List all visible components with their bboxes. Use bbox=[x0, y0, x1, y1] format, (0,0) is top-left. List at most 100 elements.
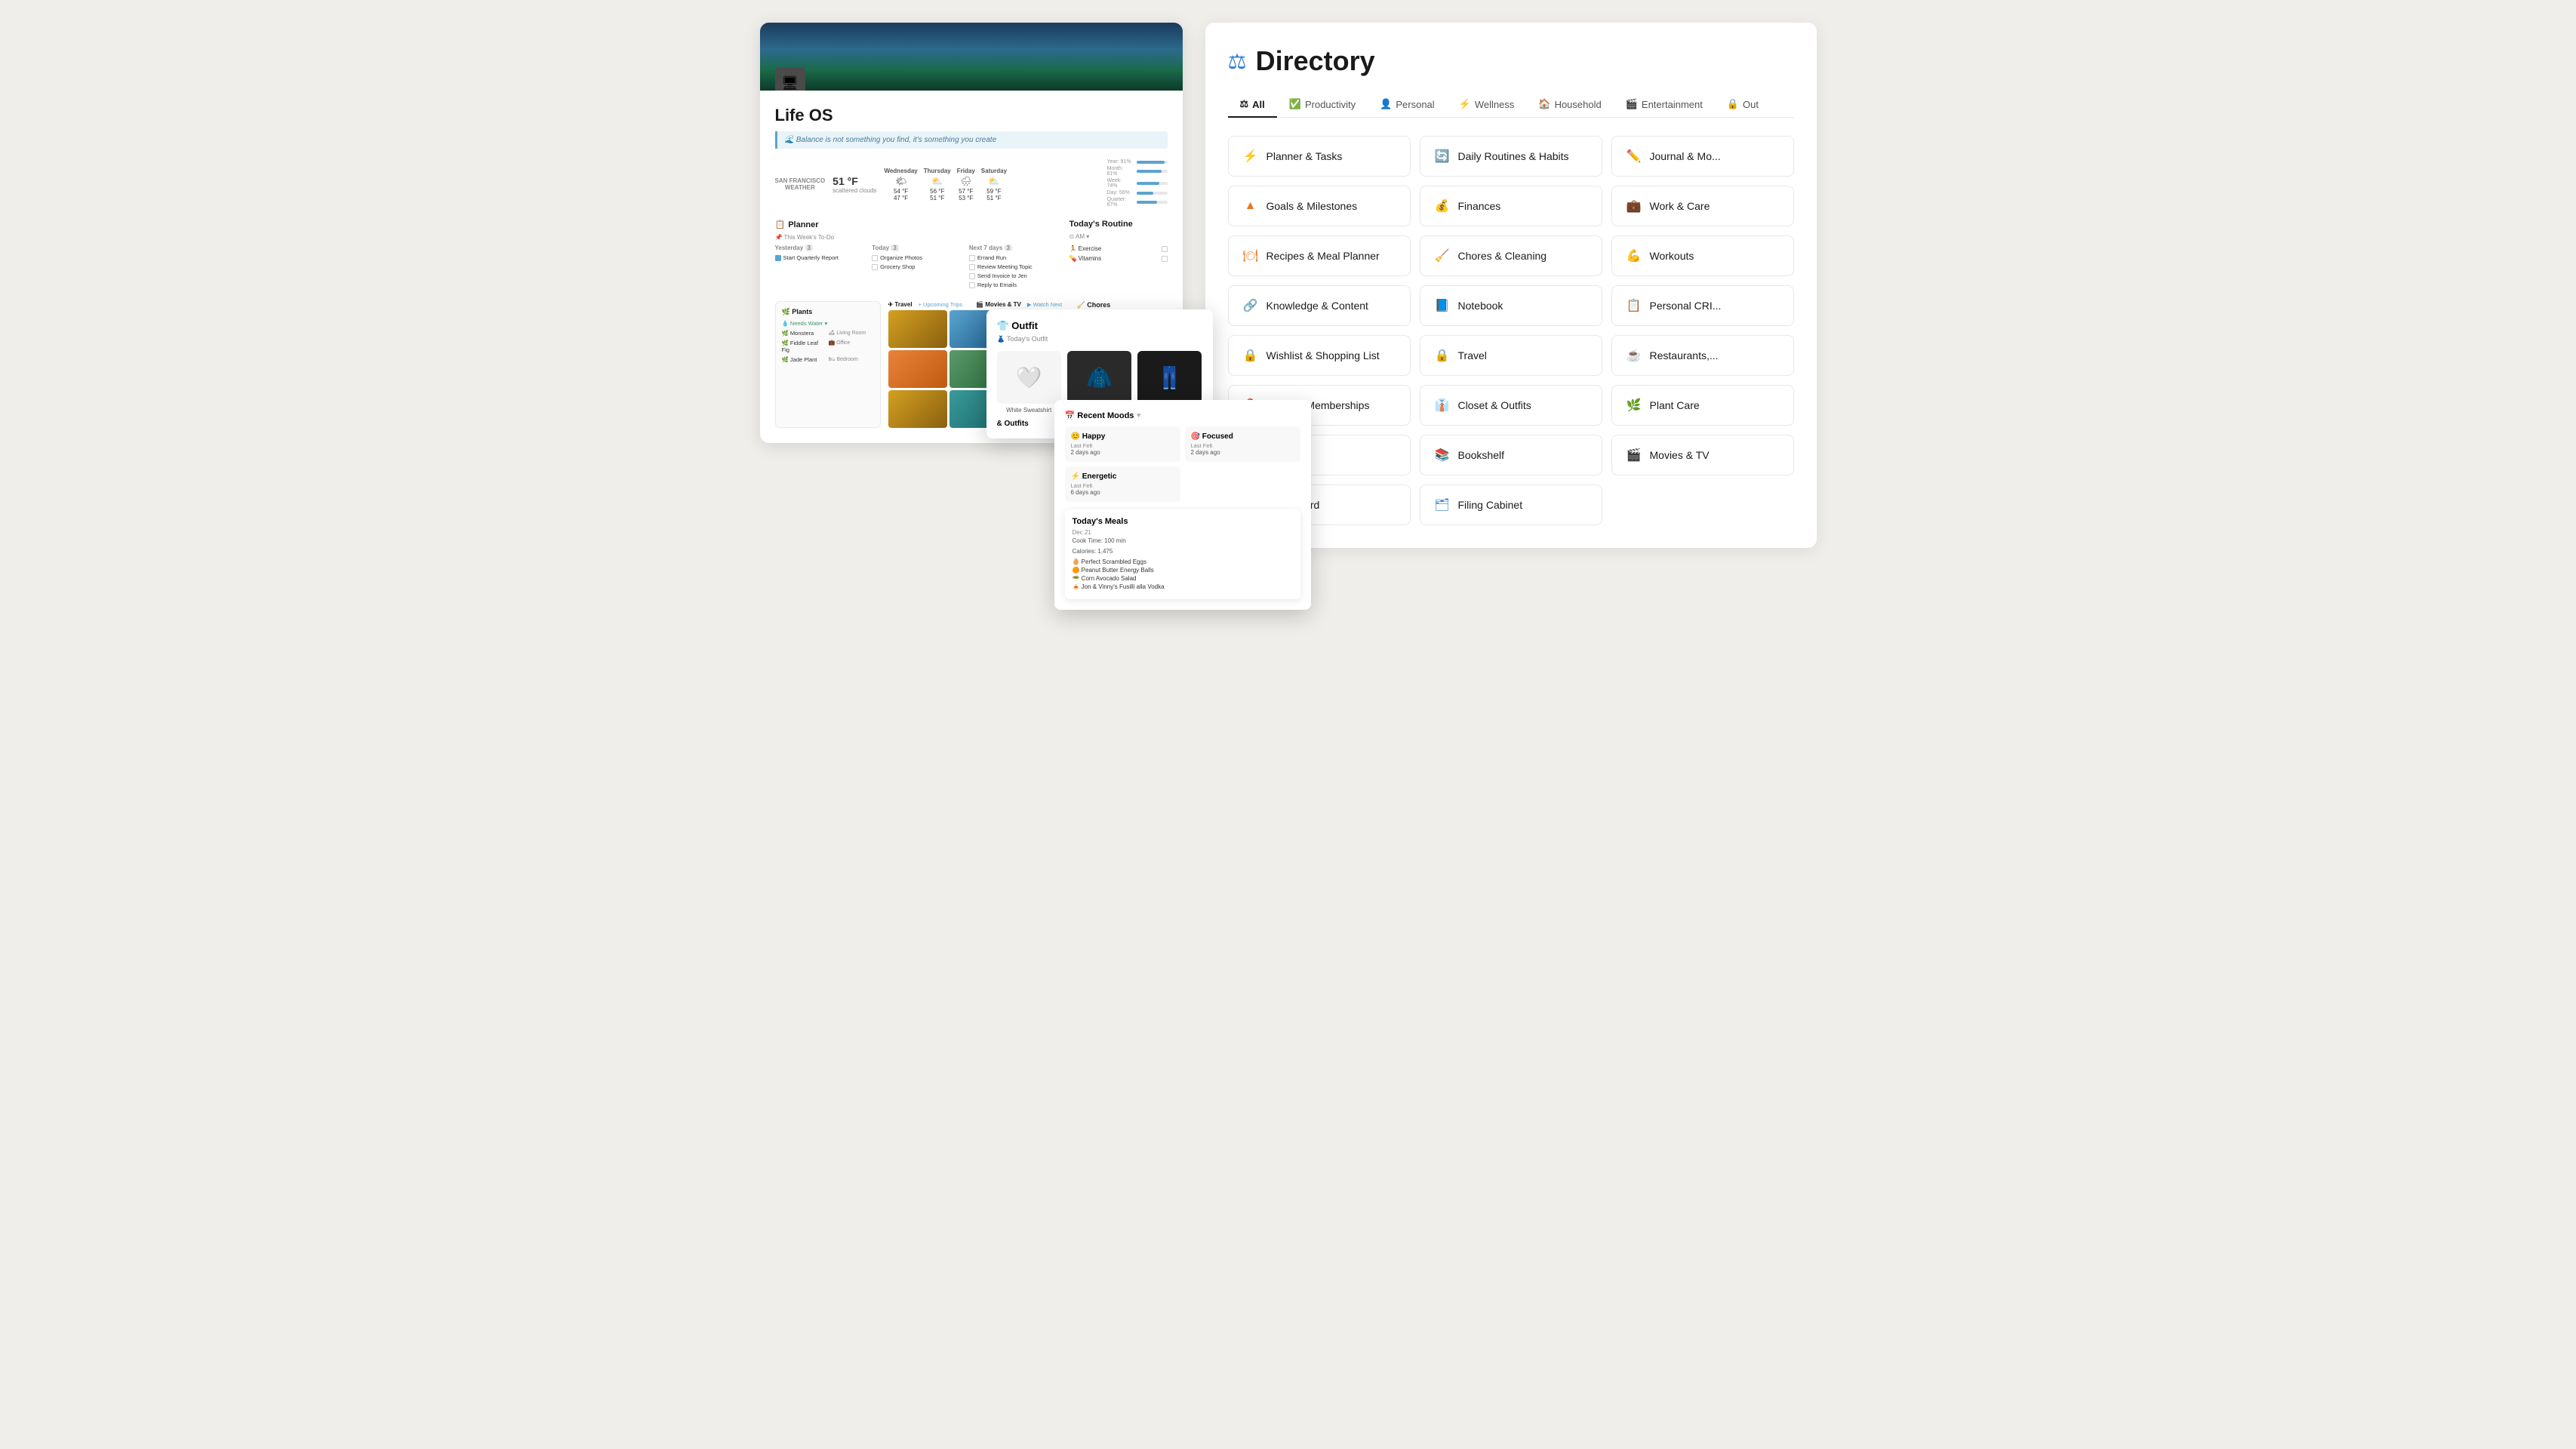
quote-banner: 🌊 Balance is not something you find, it'… bbox=[775, 131, 1168, 149]
meal-1: 🥚 Perfect Scrambled Eggs bbox=[1073, 558, 1293, 565]
card-daily-routines[interactable]: 🔄 Daily Routines & Habits bbox=[1420, 136, 1602, 177]
planner-yesterday: Yesterday 3 Start Quarterly Report bbox=[775, 245, 865, 291]
card-chores-label: Chores & Cleaning bbox=[1458, 250, 1547, 262]
card-knowledge-icon: 🔗 bbox=[1242, 298, 1259, 313]
card-plant-care[interactable]: 🌿 Plant Care bbox=[1611, 385, 1794, 426]
page-title: Life OS bbox=[775, 106, 1168, 125]
weather-day-sat: Saturday ⛅ 59 °F51 °F bbox=[981, 168, 1007, 202]
card-recipes[interactable]: 🍽 Recipes & Meal Planner bbox=[1228, 235, 1411, 276]
tab-wellness-icon: ⚡ bbox=[1459, 98, 1471, 110]
card-closet-label: Closet & Outfits bbox=[1458, 399, 1531, 411]
tab-entertainment-label: Entertainment bbox=[1642, 99, 1703, 110]
quote-icon: 🌊 bbox=[785, 136, 794, 144]
card-wishlist-icon: 🔒 bbox=[1242, 348, 1259, 363]
card-finances-label: Finances bbox=[1458, 200, 1501, 212]
card-travel[interactable]: 🔒 Travel bbox=[1420, 335, 1602, 376]
plant-monstera: 🌿 Monstera bbox=[782, 330, 827, 337]
routine-section: Today's Routine ⊙ AM ▾ 🏃 Exercise 💊 Vita… bbox=[1069, 220, 1168, 291]
card-notebook[interactable]: 📘 Notebook bbox=[1420, 285, 1602, 326]
card-notebook-label: Notebook bbox=[1458, 300, 1503, 312]
weather-forecast: Wednesday 🌤 54 °F47 °F Thursday ⛅ 56 °F5… bbox=[884, 168, 1099, 202]
tab-all[interactable]: ⚖ All bbox=[1228, 92, 1277, 118]
tab-all-label: All bbox=[1252, 99, 1265, 110]
card-closet[interactable]: 👔 Closet & Outfits bbox=[1420, 385, 1602, 426]
card-filing-cabinet-label: Filing Cabinet bbox=[1458, 499, 1523, 511]
planner-today: Today 3 Organize Photos Grocery Shop bbox=[872, 245, 962, 291]
weather-day-thu: Thursday ⛅ 56 °F51 °F bbox=[924, 168, 951, 202]
directory-header: ⚖ Directory bbox=[1228, 45, 1794, 77]
planner-section: 📋 Planner 📌 This Week's To-Do Yesterday … bbox=[775, 220, 1059, 291]
card-restaurants[interactable]: ☕ Restaurants,... bbox=[1611, 335, 1794, 376]
card-recipes-label: Recipes & Meal Planner bbox=[1266, 250, 1380, 262]
tab-productivity-icon: ✅ bbox=[1289, 98, 1301, 110]
card-journal-icon: ✏️ bbox=[1626, 149, 1642, 164]
card-travel-icon: 🔒 bbox=[1434, 348, 1451, 363]
card-planner-tasks-icon: ⚡ bbox=[1242, 149, 1259, 164]
card-knowledge-label: Knowledge & Content bbox=[1266, 300, 1368, 312]
card-bookshelf[interactable]: 📚 Bookshelf bbox=[1420, 435, 1602, 475]
meal-3: 🥗 Corn Avocado Salad bbox=[1073, 575, 1293, 582]
card-chores[interactable]: 🧹 Chores & Cleaning bbox=[1420, 235, 1602, 276]
routine-exercise: 🏃 Exercise bbox=[1069, 244, 1168, 254]
card-work-care-label: Work & Care bbox=[1650, 200, 1710, 212]
tab-out[interactable]: 🔒 Out bbox=[1715, 92, 1771, 118]
routine-title: Today's Routine bbox=[1069, 220, 1168, 229]
card-wishlist[interactable]: 🔒 Wishlist & Shopping List bbox=[1228, 335, 1411, 376]
avatar: 🖥 bbox=[775, 68, 805, 91]
card-finances[interactable]: 💰 Finances bbox=[1420, 186, 1602, 226]
photo-1 bbox=[888, 310, 947, 348]
card-filing-cabinet-icon: 🗂 bbox=[1434, 497, 1451, 512]
hero-banner: 🖥 bbox=[760, 23, 1183, 91]
card-filing-cabinet[interactable]: 🗂 Filing Cabinet bbox=[1420, 485, 1602, 525]
tab-wellness[interactable]: ⚡ Wellness bbox=[1447, 92, 1527, 118]
routine-vitamins: 💊 Vitamins bbox=[1069, 254, 1168, 263]
tab-household[interactable]: 🏠 Household bbox=[1526, 92, 1613, 118]
card-recipes-icon: 🍽 bbox=[1242, 248, 1259, 263]
outfit-sweatshirt[interactable]: 🤍 White Sweatshirt bbox=[997, 351, 1061, 414]
planner-next7: Next 7 days 3 Errand Run Review Meeting … bbox=[969, 245, 1059, 291]
outfit-subtitle: 👗 Today's Outfit bbox=[997, 335, 1202, 343]
weather-location: SAN FRANCISCOWEATHER bbox=[775, 177, 826, 191]
card-workouts[interactable]: 💪 Workouts bbox=[1611, 235, 1794, 276]
stats-bars: Year: 91% Month: 81% Week: 74% Day: 56% … bbox=[1107, 159, 1168, 209]
weather-section: SAN FRANCISCOWEATHER 51 °F scattered clo… bbox=[775, 159, 1168, 209]
photo-4 bbox=[888, 350, 947, 388]
card-goals[interactable]: ▲ Goals & Milestones bbox=[1228, 186, 1411, 226]
tab-personal-label: Personal bbox=[1396, 99, 1434, 110]
plant-fiddle: 🌿 Fiddle Leaf Fig bbox=[782, 340, 827, 353]
card-chores-icon: 🧹 bbox=[1434, 248, 1451, 263]
tab-productivity[interactable]: ✅ Productivity bbox=[1277, 92, 1368, 118]
card-workouts-icon: 💪 bbox=[1626, 248, 1642, 263]
mood-header: 📅 Recent Moods ▾ bbox=[1065, 411, 1300, 420]
card-knowledge[interactable]: 🔗 Knowledge & Content bbox=[1228, 285, 1411, 326]
tab-personal[interactable]: 👤 Personal bbox=[1368, 92, 1447, 118]
planner-title: 📋 Planner bbox=[775, 220, 1059, 229]
card-personal-cri-label: Personal CRI... bbox=[1650, 300, 1722, 312]
card-movies-tv[interactable]: 🎬 Movies & TV bbox=[1611, 435, 1794, 475]
tab-wellness-label: Wellness bbox=[1475, 99, 1515, 110]
card-work-care[interactable]: 💼 Work & Care bbox=[1611, 186, 1794, 226]
plant-jade: 🌿 Jade Plant bbox=[782, 356, 827, 363]
plants-title: 🌿 Plants bbox=[782, 308, 874, 316]
directory-icon: ⚖ bbox=[1228, 49, 1247, 74]
tab-out-icon: 🔒 bbox=[1727, 98, 1739, 110]
mood-meals-overlay: 📅 Recent Moods ▾ 😊 Happy Last Felt 2 day… bbox=[1054, 400, 1311, 610]
card-travel-label: Travel bbox=[1458, 349, 1487, 361]
directory-grid: ⚡ Planner & Tasks 🔄 Daily Routines & Hab… bbox=[1228, 136, 1794, 525]
meals-cook-time: Cook Time: 100 min bbox=[1073, 537, 1293, 544]
mood-grid: 😊 Happy Last Felt 2 days ago 🎯 Focused L… bbox=[1065, 426, 1300, 502]
meals-card: Today's Meals Dec 21 Cook Time: 100 min … bbox=[1065, 509, 1300, 599]
card-personal-cri[interactable]: 📋 Personal CRI... bbox=[1611, 285, 1794, 326]
planner-icon: 📋 bbox=[775, 220, 786, 229]
card-movies-tv-label: Movies & TV bbox=[1650, 449, 1710, 461]
tab-entertainment[interactable]: 🎬 Entertainment bbox=[1614, 92, 1715, 118]
card-restaurants-icon: ☕ bbox=[1626, 348, 1642, 363]
card-movies-tv-icon: 🎬 bbox=[1626, 448, 1642, 463]
card-daily-routines-icon: 🔄 bbox=[1434, 149, 1451, 164]
directory-title: Directory bbox=[1256, 45, 1375, 77]
tab-personal-icon: 👤 bbox=[1380, 98, 1392, 110]
card-planner-tasks[interactable]: ⚡ Planner & Tasks bbox=[1228, 136, 1411, 177]
card-journal[interactable]: ✏️ Journal & Mo... bbox=[1611, 136, 1794, 177]
weather-day-fri: Friday 🌧 57 °F53 °F bbox=[957, 168, 975, 202]
card-goals-label: Goals & Milestones bbox=[1266, 200, 1358, 212]
